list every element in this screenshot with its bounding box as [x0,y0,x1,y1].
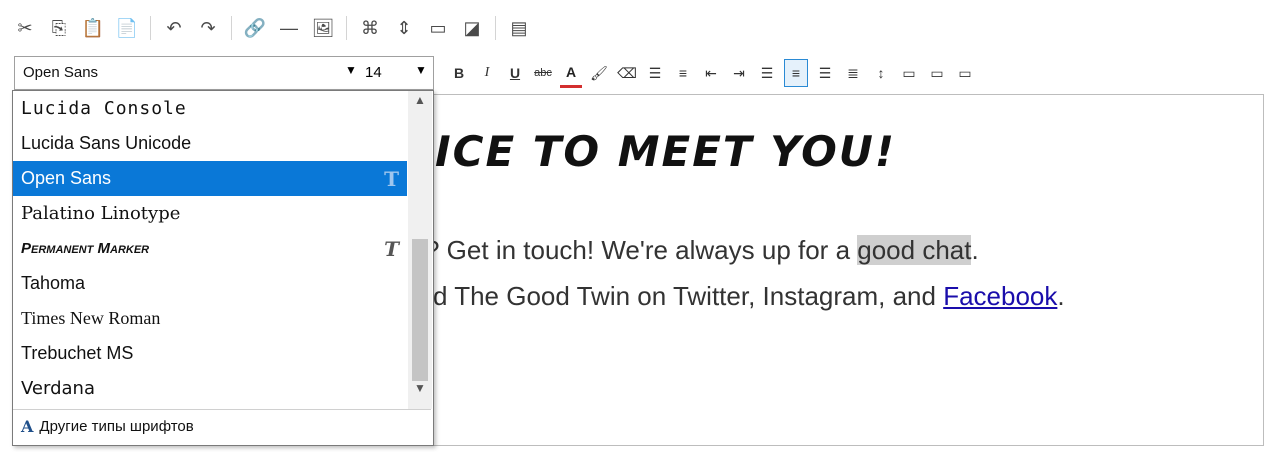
underline-button[interactable]: U [504,60,526,86]
copy-icon[interactable]: ⎘ [46,15,72,41]
font-dropdown-arrow-icon[interactable]: ▼ [345,63,357,77]
font-option-label: Permanent Marker [21,240,150,257]
truetype-icon: T [384,166,399,191]
font-option-palatino-linotype[interactable]: Palatino Linotype [13,196,407,231]
more-fonts-label: Другие типы шрифтов [39,418,194,435]
outdent-icon[interactable]: ⇤ [700,60,722,86]
more-fonts-button[interactable]: A Другие типы шрифтов [13,409,431,443]
truetype-icon: T [384,236,399,261]
scroll-up-icon[interactable]: ▲ [408,93,432,115]
font-option-open-sans[interactable]: Open Sans T [13,161,407,196]
paste-icon[interactable]: 📋 [80,15,106,41]
align-justify-icon[interactable]: ≣ [842,60,864,86]
link-icon[interactable]: 🔗 [242,15,268,41]
font-dropdown-list: Lucida Console Lucida Sans Unicode Open … [12,90,434,446]
editor-heading: ICE TO MEET YOU! [435,127,897,176]
font-option-label: Open Sans [21,168,112,188]
toolbar-separator [150,16,151,40]
paragraph-2-text: d The Good Twin on Twitter, Instagram, a… [433,281,944,311]
align-left-icon[interactable]: ☰ [756,60,778,86]
undo-icon[interactable]: ↶ [161,15,187,41]
font-family-value: Open Sans [23,64,99,81]
highlighted-text: good chat [857,235,972,265]
font-size-value[interactable]: 14 [365,64,382,81]
font-option-label: Tahoma [21,273,86,293]
block-format-icon[interactable]: ⇕ [391,15,417,41]
highlight-color-icon[interactable]: 🖌 [588,60,610,86]
template-icon[interactable]: ▤ [506,15,532,41]
align-center-icon[interactable]: ≡ [784,59,808,87]
align-right-icon[interactable]: ☰ [814,60,836,86]
font-list: Lucida Console Lucida Sans Unicode Open … [13,91,407,406]
font-type-icon: A [21,417,34,436]
font-option-label: Times New Roman [21,308,161,328]
font-option-tahoma[interactable]: Tahoma [13,266,407,301]
toolbar-row-2: B I U abc A 🖌 ⌫ ☰ ≡ ⇤ ⇥ ☰ ≡ ☰ ≣ ↕ ▭ ▭ ▭ [448,58,976,88]
font-family-select[interactable]: Open Sans ▼ 14 ▼ [14,56,434,90]
facebook-link[interactable]: Facebook [943,281,1057,311]
line-height-icon[interactable]: ↕ [870,60,892,86]
image-icon[interactable]: 🖼 [310,15,336,41]
horizontal-rule-icon[interactable]: — [276,15,302,41]
cut-icon[interactable]: ✂ [12,15,38,41]
toolbar-separator [231,16,232,40]
font-option-lucida-console[interactable]: Lucida Console [13,91,407,126]
scroll-down-icon[interactable]: ▼ [408,381,432,403]
paste-text-icon[interactable]: 📄 [114,15,140,41]
font-list-scrollbar[interactable]: ▲ ▼ [408,91,432,409]
font-option-lucida-sans-unicode[interactable]: Lucida Sans Unicode [13,126,407,161]
font-color-button[interactable]: A [560,59,582,88]
paragraph-1-text: ? Get in touch! We're always up for a [425,235,858,265]
font-option-verdana[interactable]: Verdana [13,371,407,406]
page-break-icon[interactable]: ▭ [425,15,451,41]
paragraph-above-icon[interactable]: ▭ [898,60,920,86]
editor-paragraph-2: d The Good Twin on Twitter, Instagram, a… [433,281,1065,312]
toolbar-row-1: ✂ ⎘ 📋 📄 ↶ ↷ 🔗 — 🖼 ⌘ ⇕ ▭ ◪ ▤ [12,8,532,48]
strikethrough-button[interactable]: abc [532,60,554,86]
bullet-list-icon[interactable]: ☰ [644,60,666,86]
bold-button[interactable]: B [448,60,470,86]
indent-icon[interactable]: ⇥ [728,60,750,86]
numbered-list-icon[interactable]: ≡ [672,60,694,86]
font-option-label: Lucida Console [21,98,187,119]
font-option-permanent-marker[interactable]: Permanent Marker T [13,231,407,266]
font-option-trebuchet-ms[interactable]: Trebuchet MS [13,336,407,371]
paragraph-1-end: . [971,235,979,265]
html-source-icon[interactable]: ⌘ [357,15,383,41]
paragraph-below-icon[interactable]: ▭ [954,60,976,86]
font-option-label: Palatino Linotype [21,203,181,224]
font-option-label: Verdana [21,378,95,399]
clear-format-icon[interactable]: ⌫ [616,60,638,86]
contrast-icon[interactable]: ◪ [459,15,485,41]
redo-icon[interactable]: ↷ [195,15,221,41]
font-option-times-new-roman[interactable]: Times New Roman [13,301,407,336]
editor-paragraph-1: ? Get in touch! We're always up for a go… [425,235,979,266]
italic-button[interactable]: I [476,60,498,86]
paragraph-2-end: . [1057,281,1065,311]
font-size-arrow-icon[interactable]: ▼ [415,63,427,77]
font-option-label: Lucida Sans Unicode [21,133,192,153]
toolbar-separator [346,16,347,40]
toolbar-separator [495,16,496,40]
paragraph-between-icon[interactable]: ▭ [926,60,948,86]
scrollbar-thumb[interactable] [412,239,428,381]
font-option-label: Trebuchet MS [21,343,134,363]
